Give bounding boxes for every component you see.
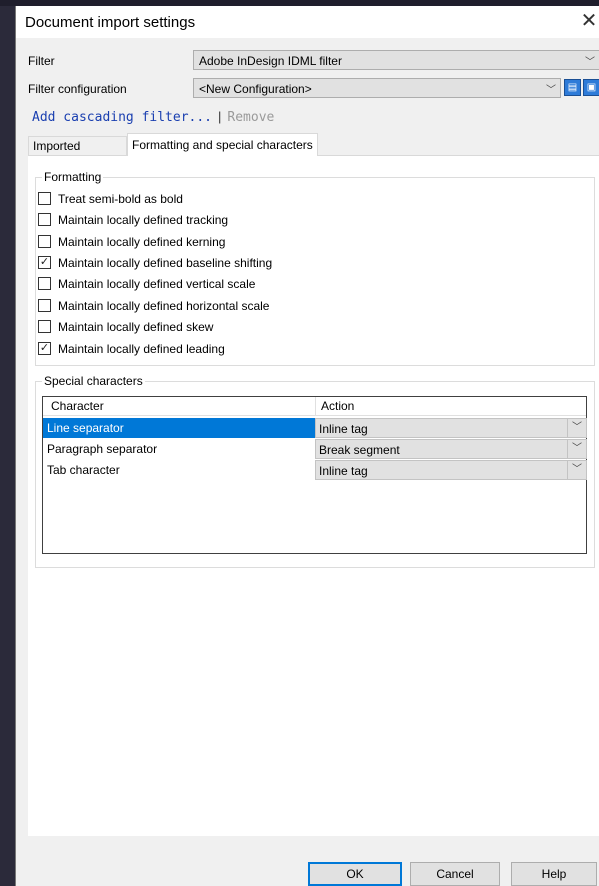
- checkbox[interactable]: [38, 299, 51, 312]
- column-divider[interactable]: [315, 397, 316, 415]
- tab-panel: Formatting Treat semi-bold as bold Maint…: [28, 155, 599, 836]
- filter-configuration-label: Filter configuration: [28, 82, 127, 96]
- action-value: Inline tag: [319, 464, 368, 478]
- character-cell: Paragraph separator: [47, 442, 158, 456]
- action-value: Inline tag: [319, 422, 368, 436]
- chevron-down-icon: ﹀: [585, 57, 595, 68]
- column-header-character[interactable]: Character: [51, 397, 104, 416]
- formatting-legend: Formatting: [42, 170, 104, 184]
- action-value: Break segment: [319, 443, 400, 457]
- ok-button[interactable]: OK: [308, 862, 402, 886]
- save-as-config-icon[interactable]: ▣: [583, 79, 599, 96]
- action-dropdown[interactable]: Inline tag ﹀: [315, 460, 587, 480]
- filter-configuration-value: <New Configuration>: [199, 82, 312, 96]
- character-cell: Line separator: [47, 421, 124, 435]
- action-dropdown[interactable]: Inline tag ﹀: [315, 418, 587, 438]
- column-header-action[interactable]: Action: [321, 397, 355, 416]
- checkbox[interactable]: [38, 320, 51, 333]
- action-dropdown[interactable]: Break segment ﹀: [315, 439, 587, 459]
- character-cell: Tab character: [47, 463, 120, 477]
- chevron-down-icon: ﹀: [567, 440, 586, 458]
- help-button[interactable]: Help: [511, 862, 597, 886]
- checkbox-label: Maintain locally defined vertical scale: [58, 277, 256, 291]
- remove-link[interactable]: Remove: [227, 110, 274, 125]
- special-characters-legend: Special characters: [42, 374, 145, 388]
- filter-configuration-dropdown[interactable]: <New Configuration> ﹀: [193, 78, 561, 98]
- chevron-down-icon: ﹀: [546, 85, 556, 96]
- filter-value: Adobe InDesign IDML filter: [199, 54, 342, 68]
- link-separator: |: [218, 109, 222, 124]
- checkbox[interactable]: [38, 213, 51, 226]
- tab-imported-content[interactable]: Imported content: [28, 136, 127, 172]
- dialog-title: Document import settings: [25, 14, 196, 31]
- cascading-filter-row: Add cascading filter... | Remove: [32, 109, 274, 125]
- table-row[interactable]: Tab character Inline tag ﹀: [43, 460, 587, 480]
- save-config-icon[interactable]: ▤: [564, 79, 581, 96]
- checkbox[interactable]: ✓: [38, 342, 51, 355]
- add-cascading-filter-link[interactable]: Add cascading filter...: [32, 110, 212, 125]
- selected-cell[interactable]: Line separator: [43, 418, 315, 438]
- cancel-button[interactable]: Cancel: [410, 862, 500, 886]
- checkbox[interactable]: [38, 192, 51, 205]
- checkbox-label: Maintain locally defined kerning: [58, 235, 226, 249]
- chevron-down-icon: ﹀: [567, 461, 586, 479]
- table-row[interactable]: Paragraph separator Break segment ﹀: [43, 439, 587, 459]
- checkbox-label: Maintain locally defined horizontal scal…: [58, 299, 270, 313]
- table-row[interactable]: Line separator Inline tag ﹀: [43, 418, 587, 438]
- filter-label: Filter: [28, 54, 55, 68]
- checkbox[interactable]: [38, 277, 51, 290]
- checkbox-label: Maintain locally defined tracking: [58, 213, 229, 227]
- header-divider: [43, 415, 586, 416]
- checkbox[interactable]: [38, 235, 51, 248]
- tab-formatting-special-characters[interactable]: Formatting and special characters: [127, 133, 318, 156]
- checkbox-label: Maintain locally defined leading: [58, 342, 225, 356]
- checkbox-label: Treat semi-bold as bold: [58, 192, 183, 206]
- checkbox-label: Maintain locally defined baseline shifti…: [58, 256, 273, 270]
- checkbox-label: Maintain locally defined skew: [58, 320, 214, 334]
- checkbox[interactable]: ✓: [38, 256, 51, 269]
- close-icon[interactable]: ✕: [578, 10, 599, 32]
- special-characters-table: Character Action Line separator Inline t…: [42, 396, 587, 554]
- filter-dropdown[interactable]: Adobe InDesign IDML filter ﹀: [193, 50, 599, 70]
- document-import-settings-dialog: Document import settings ✕ Filter Adobe …: [15, 6, 599, 886]
- tab-label: Formatting and special characters: [132, 138, 313, 152]
- chevron-down-icon: ﹀: [567, 419, 586, 437]
- title-bar: Document import settings ✕: [16, 6, 599, 38]
